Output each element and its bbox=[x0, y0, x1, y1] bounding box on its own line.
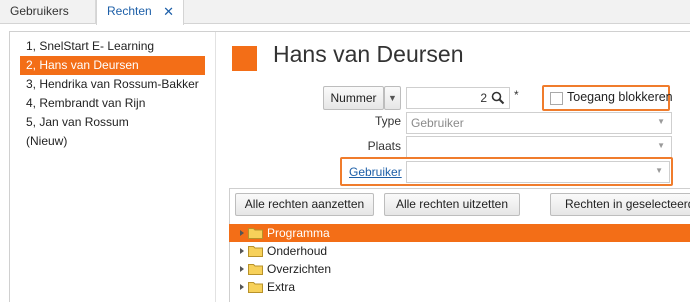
number-value: 2 bbox=[480, 91, 487, 105]
list-item[interactable]: 2, Hans van Deursen bbox=[20, 56, 205, 75]
tree-item[interactable]: Extra bbox=[229, 278, 690, 296]
expand-arrow-icon[interactable] bbox=[240, 266, 244, 272]
gebruiker-link[interactable]: Gebruiker bbox=[349, 165, 402, 179]
tree-item-label: Overzichten bbox=[267, 262, 332, 276]
title-color-square bbox=[232, 46, 257, 71]
rights-in-selected-button[interactable]: Rechten in geselecteerde bbox=[550, 193, 690, 216]
all-rights-on-button[interactable]: Alle rechten aanzetten bbox=[235, 193, 374, 216]
folder-icon bbox=[248, 246, 263, 257]
nummer-button-label: Nummer bbox=[330, 91, 377, 105]
close-icon[interactable]: ✕ bbox=[163, 0, 174, 23]
tab-label: Rechten bbox=[107, 4, 152, 18]
nummer-dropdown-button[interactable]: ▼ bbox=[384, 86, 401, 110]
divider bbox=[215, 32, 216, 302]
chevron-down-icon: ▼ bbox=[388, 93, 397, 103]
plaats-label: Plaats bbox=[367, 139, 401, 153]
tree-item-label: Onderhoud bbox=[267, 244, 328, 258]
tab-label: Gebruikers bbox=[10, 4, 69, 18]
folder-icon bbox=[248, 228, 263, 239]
chevron-down-icon: ▼ bbox=[655, 166, 663, 175]
required-marker: * bbox=[514, 88, 519, 102]
folder-icon bbox=[248, 282, 263, 293]
list-item[interactable]: 4, Rembrandt van Rijn bbox=[20, 94, 205, 113]
tree-item[interactable]: Overzichten bbox=[229, 260, 690, 278]
tree-item-label: Extra bbox=[267, 280, 296, 294]
chevron-down-icon: ▼ bbox=[657, 141, 665, 150]
list-item[interactable]: (Nieuw) bbox=[20, 132, 205, 151]
block-access-checkbox[interactable] bbox=[550, 92, 563, 105]
chevron-down-icon: ▼ bbox=[657, 117, 665, 126]
block-access-label[interactable]: Toegang blokkeren bbox=[567, 90, 673, 104]
expand-arrow-icon[interactable] bbox=[240, 284, 244, 290]
plaats-select[interactable]: ▼ bbox=[406, 136, 672, 158]
tree-item-label: Programma bbox=[267, 226, 330, 240]
tab-gebruikers[interactable]: Gebruikers bbox=[0, 0, 96, 24]
expand-arrow-icon[interactable] bbox=[240, 248, 244, 254]
all-rights-off-button[interactable]: Alle rechten uitzetten bbox=[384, 193, 520, 216]
gebruiker-highlight: Gebruiker ▼ bbox=[340, 157, 673, 186]
list-item[interactable]: 1, SnelStart E- Learning bbox=[20, 37, 205, 56]
nummer-button[interactable]: Nummer bbox=[323, 86, 384, 110]
tab-bar: Gebruikers Rechten ✕ bbox=[0, 0, 690, 25]
type-select[interactable]: Gebruiker ▼ bbox=[406, 112, 672, 134]
rights-tree: Programma Onderhoud Overzichten Extra bbox=[229, 224, 690, 296]
tree-item[interactable]: Programma bbox=[229, 224, 690, 242]
tab-rechten[interactable]: Rechten ✕ bbox=[96, 0, 184, 25]
number-field[interactable]: 2 bbox=[406, 87, 510, 109]
search-icon[interactable] bbox=[491, 91, 505, 105]
gebruiker-select[interactable]: ▼ bbox=[406, 161, 670, 183]
tree-item[interactable]: Onderhoud bbox=[229, 242, 690, 260]
type-value: Gebruiker bbox=[411, 116, 464, 130]
folder-icon bbox=[248, 264, 263, 275]
user-list: 1, SnelStart E- Learning 2, Hans van Deu… bbox=[20, 37, 205, 151]
page-title: Hans van Deursen bbox=[273, 41, 464, 67]
button-label: Alle rechten uitzetten bbox=[395, 197, 509, 211]
block-access-highlight: Toegang blokkeren bbox=[542, 85, 673, 111]
list-item[interactable]: 5, Jan van Rossum bbox=[20, 113, 205, 132]
expand-arrow-icon[interactable] bbox=[240, 230, 244, 236]
button-label: Rechten in geselecteerde bbox=[565, 197, 690, 211]
list-item[interactable]: 3, Hendrika van Rossum-Bakker bbox=[20, 75, 205, 94]
button-label: Alle rechten aanzetten bbox=[244, 197, 365, 211]
type-label: Type bbox=[374, 114, 401, 128]
